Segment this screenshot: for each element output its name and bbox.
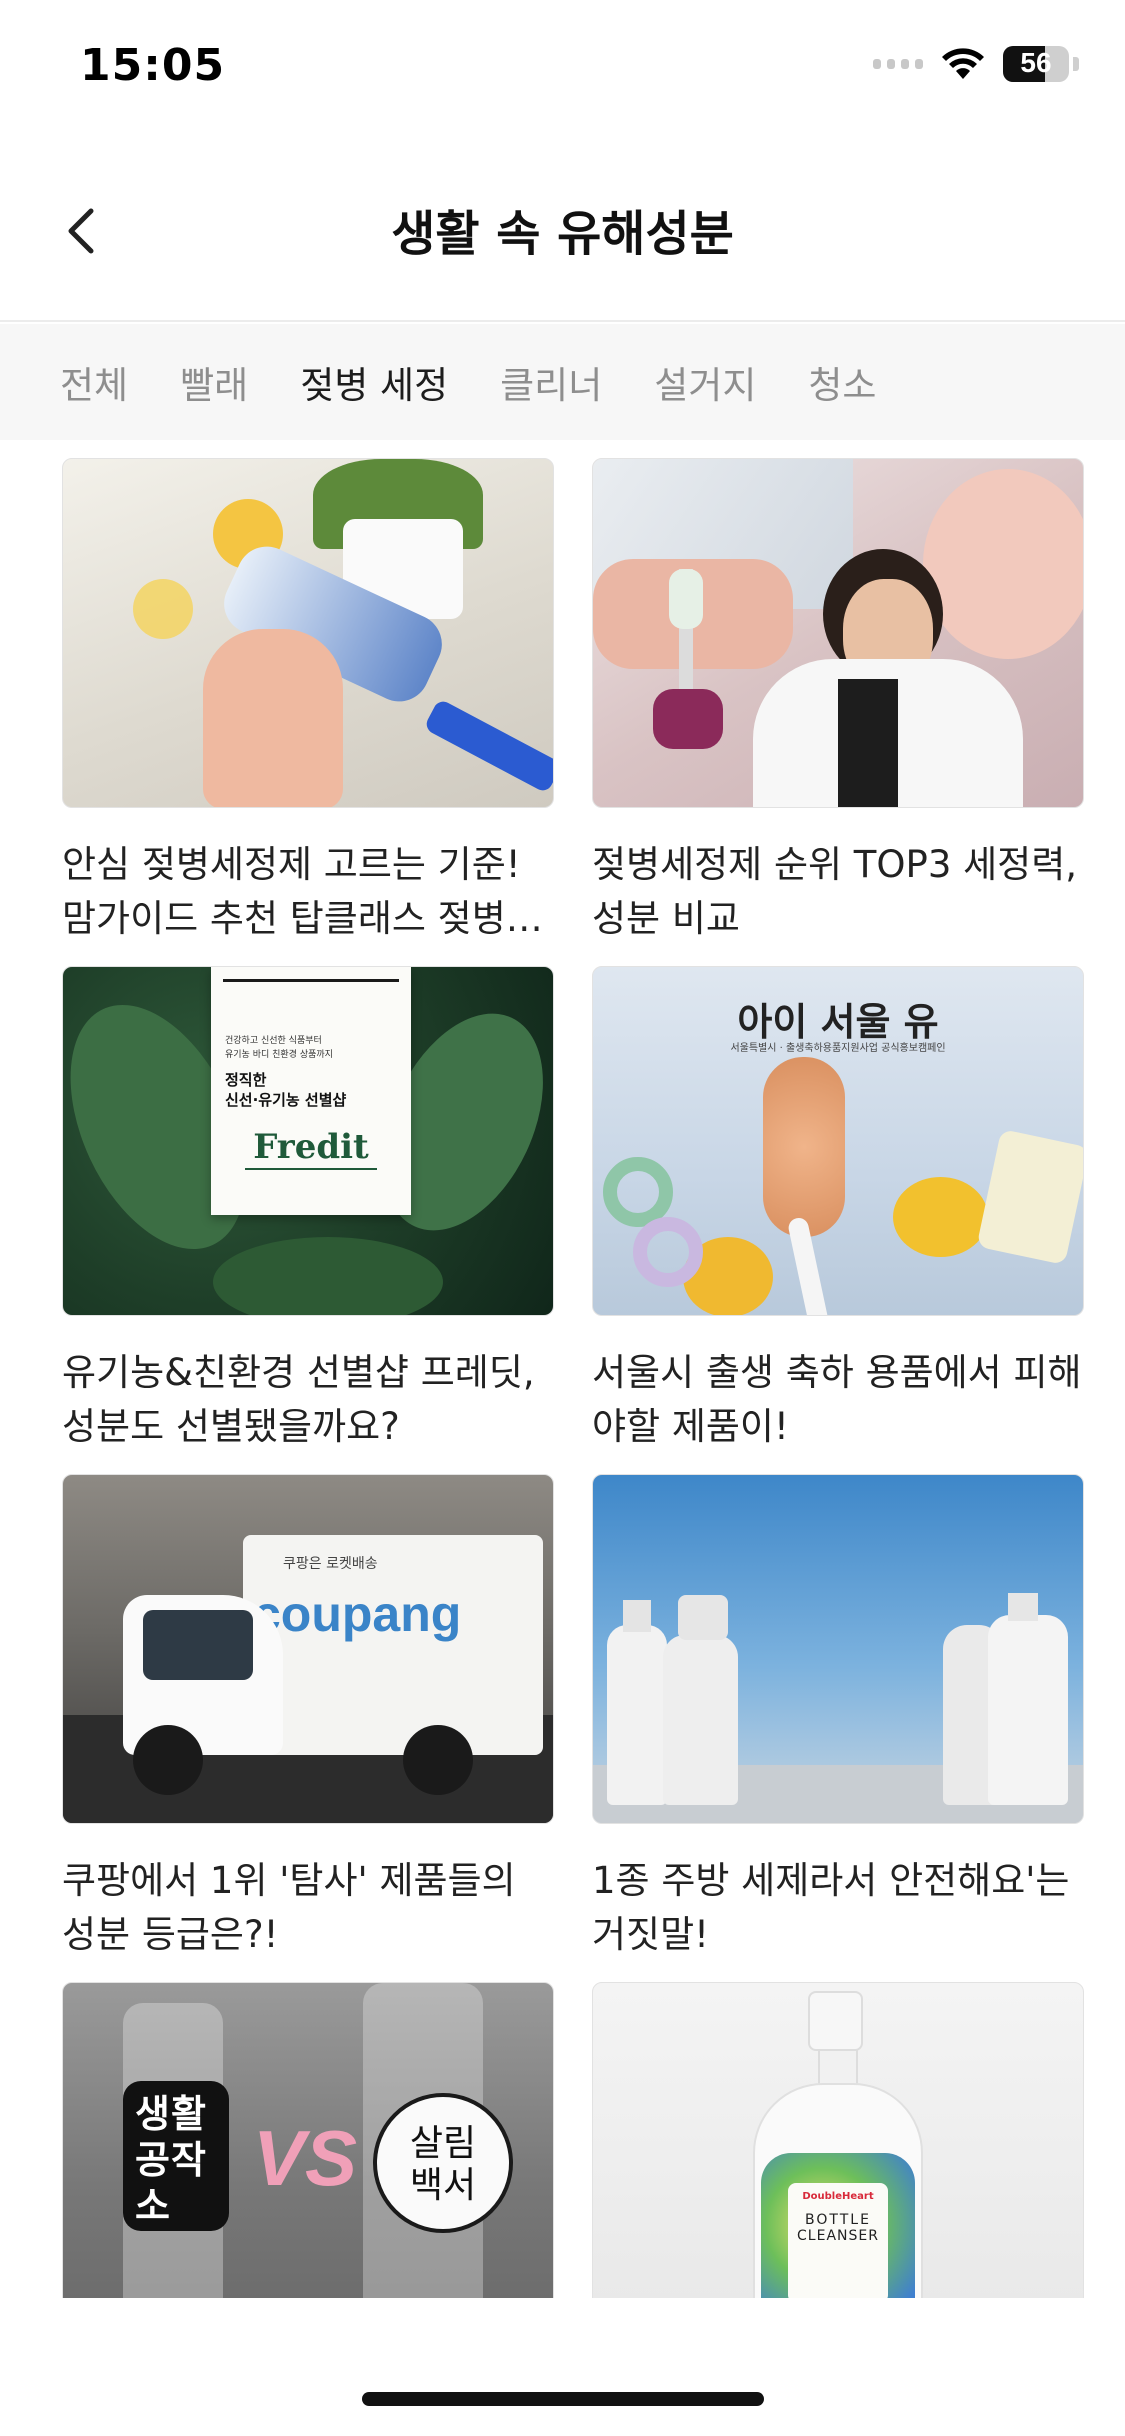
article-thumbnail <box>592 458 1084 808</box>
fredit-logo: Fredit <box>253 1127 369 1167</box>
tab-all[interactable]: 전체 <box>60 355 128 409</box>
article-thumbnail: 생활공작소 VS 살림백서 <box>62 1982 554 2298</box>
article-card[interactable]: 아이 서울 유 서울특별시 · 출생축하용품지원사업 공식홍보캠페인 서울시 출… <box>592 966 1084 1474</box>
article-card[interactable]: 안심 젖병세정제 고르는 기준! 맘가이드 추천 탑클래스 젖병세정제 <box>62 458 554 966</box>
vs-label: VS <box>253 2114 358 2202</box>
tab-bottle-cleaning[interactable]: 젖병 세정 <box>300 355 448 409</box>
article-card[interactable]: 1종 주방 세제라서 안전해요'는 거짓말! <box>592 1474 1084 1982</box>
cellular-signal-icon <box>873 59 923 69</box>
seoul-subtitle: 서울특별시 · 출생축하용품지원사업 공식홍보캠페인 <box>730 1043 946 1054</box>
brand-badge-left: 생활공작소 <box>123 2081 229 2231</box>
fredit-tagline-2: 유기농 바디 친환경 상품까지 <box>225 1050 333 1060</box>
bottle-name-2: CLEANSER <box>797 2228 879 2244</box>
article-thumbnail: 건강하고 신선한 식품부터 유기농 바디 친환경 상품까지 정직한 신선·유기농… <box>62 966 554 1316</box>
article-card[interactable]: coupang 쿠팡은 로켓배송 쿠팡에서 1위 '탐사' 제품들의 성분 등급… <box>62 1474 554 1982</box>
article-title: 쿠팡에서 1위 '탐사' 제품들의 성분 등급은?! <box>62 1859 516 1956</box>
article-thumbnail <box>592 1474 1084 1824</box>
coupang-tagline: 쿠팡은 로켓배송 <box>283 1556 378 1572</box>
coupang-logo: coupang <box>253 1586 462 1642</box>
article-thumbnail: coupang 쿠팡은 로켓배송 <box>62 1474 554 1824</box>
fredit-tagline-1: 건강하고 신선한 식품부터 <box>225 1036 322 1046</box>
article-thumbnail: DoubleHeart BOTTLE CLEANSER <box>592 1982 1084 2298</box>
article-card[interactable]: 건강하고 신선한 식품부터 유기농 바디 친환경 상품까지 정직한 신선·유기농… <box>62 966 554 1474</box>
article-grid: 안심 젖병세정제 고르는 기준! 맘가이드 추천 탑클래스 젖병세정제 젖병세정… <box>62 458 1084 2298</box>
nav-header: 생활 속 유해성분 <box>0 140 1125 322</box>
tab-cleaner[interactable]: 클리너 <box>500 355 602 409</box>
tab-dishwashing[interactable]: 설거지 <box>654 355 756 409</box>
bottle-name-1: BOTTLE <box>805 2212 871 2228</box>
article-title: 젖병세정제 순위 TOP3 세정력, 성분 비교 <box>592 843 1078 940</box>
article-title: 유기농&친환경 선별샵 프레딧, 성분도 선별됐을까요? <box>62 1351 535 1448</box>
page-title: 생활 속 유해성분 <box>391 206 734 262</box>
article-card[interactable]: DoubleHeart BOTTLE CLEANSER <box>592 1982 1084 2298</box>
status-time: 15:05 <box>80 40 226 91</box>
battery-icon: 56 <box>1003 46 1069 82</box>
bottle-brand: DoubleHeart <box>802 2191 874 2202</box>
home-indicator[interactable] <box>362 2392 764 2406</box>
fredit-heading-1: 정직한 <box>225 1071 267 1089</box>
article-card[interactable]: 생활공작소 VS 살림백서 <box>62 1982 554 2298</box>
battery-level: 56 <box>1020 47 1052 78</box>
article-card[interactable]: 젖병세정제 순위 TOP3 세정력, 성분 비교 <box>592 458 1084 966</box>
tab-laundry[interactable]: 빨래 <box>180 355 248 409</box>
category-tabs: 전체 빨래 젖병 세정 클리너 설거지 청소 <box>0 324 1125 440</box>
article-title: 서울시 출생 축하 용품에서 피해야할 제품이! <box>592 1351 1082 1448</box>
seoul-logo: 아이 서울 유 <box>737 1000 939 1044</box>
battery-nub <box>1073 57 1079 71</box>
article-thumbnail <box>62 458 554 808</box>
article-thumbnail: 아이 서울 유 서울특별시 · 출생축하용품지원사업 공식홍보캠페인 <box>592 966 1084 1316</box>
brand-badge-right: 살림백서 <box>373 2093 513 2233</box>
status-bar: 15:05 56 <box>0 0 1125 140</box>
fredit-heading-2: 신선·유기농 선별샵 <box>225 1091 347 1109</box>
wifi-icon <box>941 47 985 81</box>
article-title: 1종 주방 세제라서 안전해요'는 거짓말! <box>592 1859 1070 1956</box>
article-title: 안심 젖병세정제 고르는 기준! 맘가이드 추천 탑클래스 젖병세정제 <box>62 843 540 940</box>
status-indicators: 56 <box>873 46 1079 82</box>
tab-cleaning[interactable]: 청소 <box>808 355 876 409</box>
